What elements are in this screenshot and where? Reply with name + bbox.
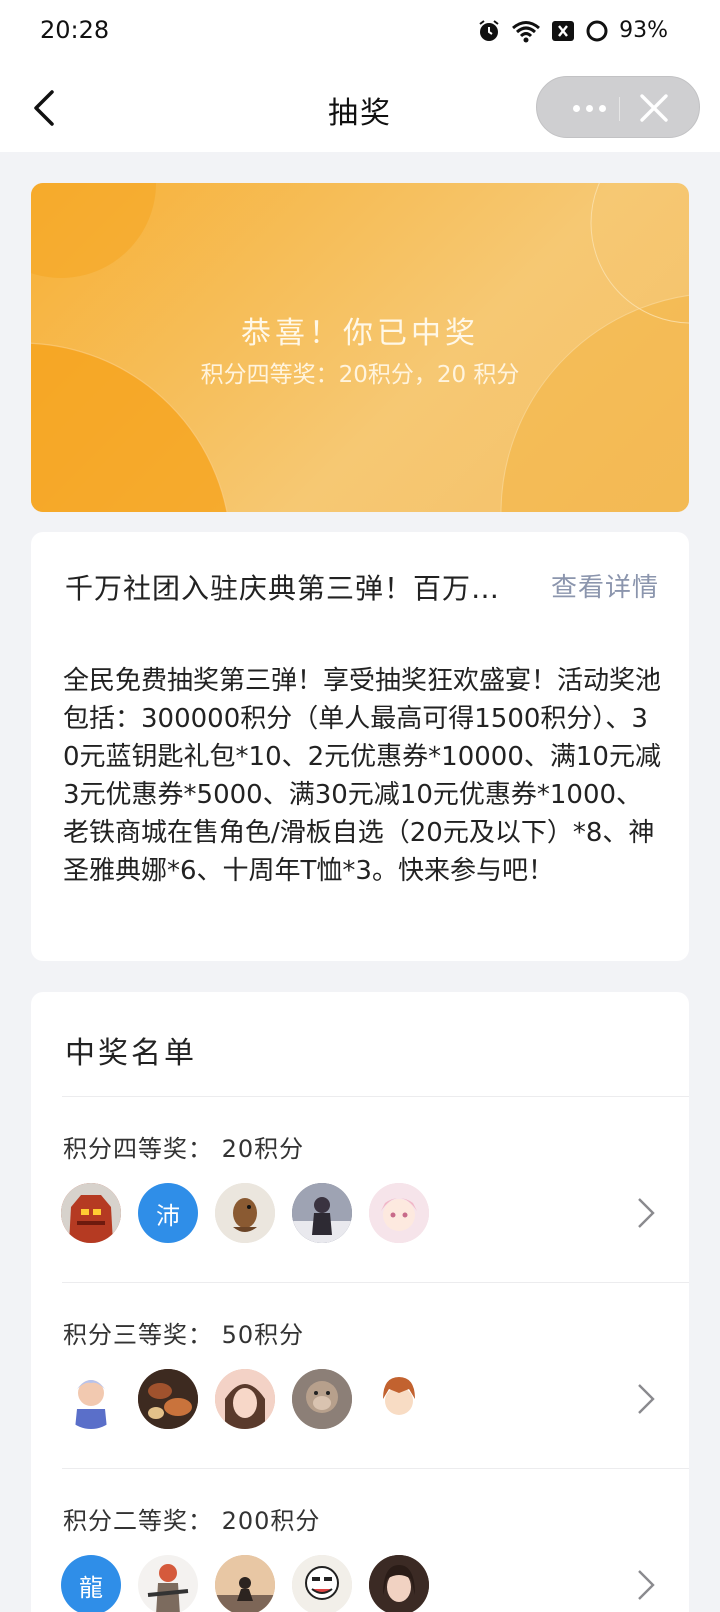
anime-boy-avatar-icon	[369, 1369, 429, 1429]
more-dot-icon	[585, 104, 593, 112]
win-banner: 恭喜！你已中奖 积分四等奖：20积分，20 积分	[31, 183, 689, 512]
status-bar: 20:28 93%	[0, 0, 720, 64]
status-time: 20:28	[40, 16, 110, 44]
cartoon-boy-avatar-icon	[61, 1369, 121, 1429]
more-dot-icon	[572, 104, 580, 112]
sim-off-icon	[552, 20, 575, 41]
avatar	[369, 1555, 429, 1612]
winner-avatars: 龍	[61, 1555, 429, 1612]
food-photo-avatar-icon	[138, 1369, 198, 1429]
avatar: 龍	[61, 1555, 121, 1612]
chevron-right-icon[interactable]	[635, 1567, 657, 1603]
banner-subtitle: 积分四等奖：20积分，20 积分	[200, 362, 520, 388]
avatar-initial: 龍	[79, 1573, 103, 1602]
avatar	[61, 1183, 121, 1243]
status-icons: 93%	[477, 18, 668, 43]
view-details-link[interactable]: 查看详情	[551, 567, 659, 604]
nav-bar: 抽奖	[0, 64, 720, 152]
more-button[interactable]	[559, 77, 619, 139]
prize-tier-label: 积分三等奖： 50积分	[63, 1321, 305, 1349]
mini-program-capsule	[536, 76, 700, 138]
wifi-icon	[512, 20, 541, 42]
game-character-avatar-icon	[138, 1555, 198, 1612]
banner-title: 恭喜！你已中奖	[241, 316, 479, 351]
woman-selfie-avatar-icon	[369, 1555, 429, 1612]
prize-tier-second[interactable]: 积分二等奖： 200积分 龍	[31, 1469, 689, 1612]
red-robot-avatar-icon	[61, 1183, 121, 1243]
avatar	[215, 1369, 275, 1429]
chevron-right-icon[interactable]	[635, 1195, 657, 1231]
meme-face-avatar-icon	[292, 1555, 352, 1612]
prize-tier-third[interactable]: 积分三等奖： 50积分	[31, 1283, 689, 1468]
chevron-right-icon[interactable]	[635, 1381, 657, 1417]
activity-card: 千万社团入驻庆典第三弹！百万积分抽奖 查看详情 全民免费抽奖第三弹！享受抽奖狂欢…	[31, 532, 689, 961]
avatar-initial: 沛	[156, 1201, 180, 1230]
avatar	[215, 1555, 275, 1612]
girl-photo-avatar-icon	[292, 1183, 352, 1243]
avatar	[138, 1555, 198, 1612]
avatar	[138, 1369, 198, 1429]
prize-tier-fourth[interactable]: 积分四等奖： 20积分 沛	[31, 1097, 689, 1282]
prize-tier-label: 积分四等奖： 20积分	[63, 1135, 305, 1163]
alarm-icon	[479, 19, 499, 41]
avatar	[292, 1369, 352, 1429]
avatar	[369, 1183, 429, 1243]
avatar	[369, 1369, 429, 1429]
avatar	[292, 1555, 352, 1612]
avatar	[292, 1183, 352, 1243]
anime-girl-avatar-icon	[369, 1183, 429, 1243]
prize-tier-label: 积分二等奖： 200积分	[63, 1507, 321, 1535]
avatar	[61, 1369, 121, 1429]
winner-avatars: 沛	[61, 1183, 429, 1243]
capsule-divider	[619, 97, 620, 121]
monkey-meme-avatar-icon	[292, 1369, 352, 1429]
bird-avatar-icon	[215, 1183, 275, 1243]
battery-ring-icon	[586, 20, 608, 41]
sunset-silhouette-avatar-icon	[215, 1555, 275, 1612]
more-dot-icon	[598, 104, 606, 112]
avatar	[215, 1183, 275, 1243]
battery-percent: 93%	[619, 18, 668, 43]
activity-title: 千万社团入驻庆典第三弹！百万积分抽奖	[65, 572, 505, 605]
woman-photo-avatar-icon	[215, 1369, 275, 1429]
winner-avatars	[61, 1369, 429, 1429]
avatar: 沛	[138, 1183, 198, 1243]
activity-description: 全民免费抽奖第三弹！享受抽奖狂欢盛宴！活动奖池包括：300000积分（单人最高可…	[63, 666, 662, 886]
winners-card: 中奖名单 积分四等奖： 20积分 沛 积分三等奖： 50积分 积分二等奖： 20…	[31, 992, 689, 1612]
winners-title: 中奖名单	[65, 1036, 197, 1071]
close-icon[interactable]	[637, 91, 671, 125]
